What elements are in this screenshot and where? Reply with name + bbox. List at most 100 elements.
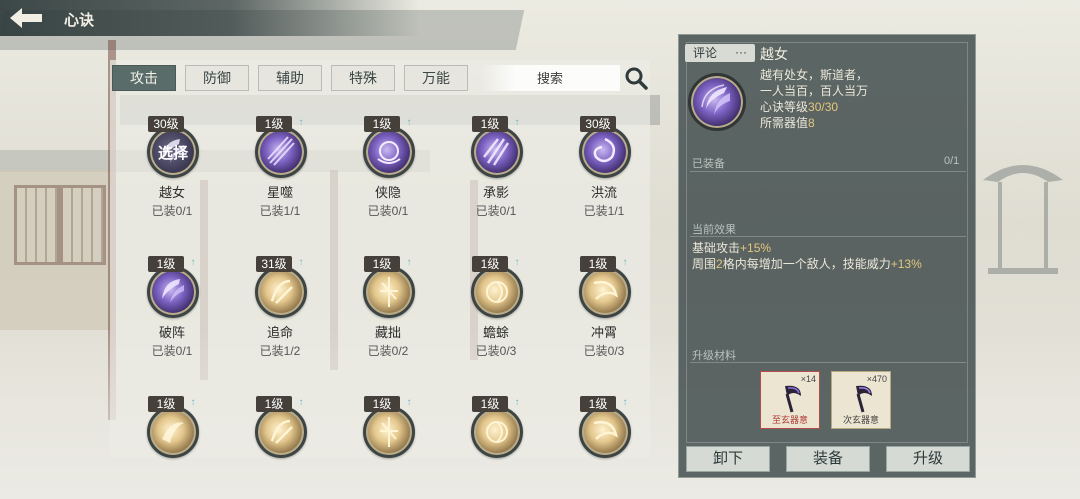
material-count: ×470 bbox=[866, 374, 887, 384]
material-item[interactable]: ×470 次玄器意 bbox=[831, 371, 891, 429]
skill-icon-wrap: 1级 ↑ bbox=[552, 396, 656, 458]
skill-card[interactable]: 31级 ↑ 追命 已装1/2 bbox=[228, 256, 332, 359]
skill-card[interactable]: 1级 ↑ bbox=[444, 396, 548, 458]
skill-name: 藏拙 bbox=[374, 325, 401, 340]
effect-text: 基础攻击 bbox=[692, 241, 741, 255]
upgrade-arrow-icon: ↑ bbox=[298, 257, 304, 268]
effect-line-2: 周围2格内每增加一个敌人，技能威力+13% bbox=[692, 256, 962, 272]
skill-icon[interactable] bbox=[579, 406, 631, 458]
skill-equip-count: 已装0/1 bbox=[151, 204, 193, 218]
divider bbox=[690, 236, 966, 237]
tab-attack[interactable]: 攻击 bbox=[112, 65, 176, 91]
skill-icon-wrap: 1级 ↑ bbox=[552, 256, 656, 318]
crescent-slash-icon bbox=[701, 84, 730, 115]
desc-line-1: 越有处女，斯道者， bbox=[760, 68, 869, 82]
skill-name: 冲霄 bbox=[590, 325, 617, 340]
skill-card[interactable]: 1级 ↑ 蟾蜍 已装0/3 bbox=[444, 256, 548, 359]
skill-icon-wrap: 30级 bbox=[552, 116, 656, 178]
skill-card[interactable]: 1级 ↑ 侠隐 已装0/1 bbox=[336, 116, 440, 219]
upgrade-arrow-icon: ↑ bbox=[622, 397, 628, 408]
skill-card[interactable]: 1级 ↑ 破阵 已装0/1 bbox=[120, 256, 224, 359]
skill-card[interactable]: 1级 ↑ 星噬 已装1/1 bbox=[228, 116, 332, 219]
skill-icon[interactable] bbox=[579, 266, 631, 318]
search-input[interactable] bbox=[480, 65, 620, 91]
skill-card[interactable]: 选择 30级 越女 已装0/1 bbox=[120, 116, 224, 219]
skill-card[interactable]: 1级 ↑ 藏拙 已装0/2 bbox=[336, 256, 440, 359]
skill-icon[interactable] bbox=[255, 406, 307, 458]
skill-icon-wrap: 1级 ↑ bbox=[228, 116, 332, 178]
back-arrow-icon bbox=[10, 8, 42, 28]
select-overlay-label: 选择 bbox=[157, 145, 188, 162]
upgrade-button[interactable]: 升级 bbox=[886, 446, 970, 472]
skill-icon[interactable] bbox=[363, 126, 415, 178]
skill-description: 越有处女，斯道者， 一人当百，百人当万 心诀等级30/30 所需器值8 bbox=[760, 67, 960, 131]
effect-value: +15% bbox=[740, 241, 772, 255]
skill-equip-count: 已装1/1 bbox=[583, 204, 625, 218]
scythe-material-icon bbox=[856, 385, 872, 413]
skill-icon[interactable]: 选择 bbox=[147, 126, 199, 178]
skill-icon[interactable] bbox=[255, 266, 307, 318]
skill-icon-wrap: 1级 ↑ bbox=[336, 396, 440, 458]
equip-button[interactable]: 装备 bbox=[786, 446, 870, 472]
skill-icon[interactable] bbox=[363, 406, 415, 458]
skill-card[interactable]: 30级洪流已装1/1 bbox=[552, 116, 656, 219]
skill-level-badge: 1级 bbox=[472, 116, 508, 132]
equipped-count: 0/1 bbox=[944, 155, 960, 167]
skill-icon[interactable] bbox=[471, 406, 523, 458]
unequip-button[interactable]: 卸下 bbox=[686, 446, 770, 472]
skill-icon[interactable] bbox=[363, 266, 415, 318]
current-effect: 基础攻击+15% 周围2格内每增加一个敌人，技能威力+13% bbox=[692, 240, 962, 272]
scythe-material-icon bbox=[785, 385, 801, 413]
level-value: 30/30 bbox=[808, 100, 839, 114]
skill-icon-wrap: 1级 ↑ bbox=[444, 396, 548, 458]
upgrade-arrow-icon: ↑ bbox=[190, 397, 196, 408]
search-icon bbox=[625, 67, 648, 90]
skill-equip-count: 已装0/1 bbox=[367, 204, 409, 218]
skill-level-badge: 1级 bbox=[472, 256, 508, 272]
skill-icon-wrap: 1级 ↑ bbox=[120, 256, 224, 318]
comment-more-icon[interactable]: ··· bbox=[735, 44, 757, 62]
skill-card[interactable]: 1级 ↑ bbox=[552, 396, 656, 458]
skill-icon[interactable] bbox=[471, 126, 523, 178]
skill-icon[interactable] bbox=[255, 126, 307, 178]
skill-card[interactable]: 1级 ↑ bbox=[228, 396, 332, 458]
page-title: 心诀 bbox=[64, 12, 95, 29]
skill-icon-wrap: 1级 ↑ bbox=[444, 116, 548, 178]
effect-text: 格内每增加一个敌人，技能威力 bbox=[722, 257, 891, 271]
effect-line-1: 基础攻击+15% bbox=[692, 240, 962, 256]
skill-equip-count: 已装1/2 bbox=[259, 344, 301, 358]
upgrade-arrow-icon: ↑ bbox=[406, 257, 412, 268]
skill-card[interactable]: 1级 ↑ bbox=[336, 396, 440, 458]
search-button[interactable] bbox=[623, 65, 649, 91]
skill-card[interactable]: 1级 ↑ 冲霄已装0/3 bbox=[552, 256, 656, 359]
skill-icon[interactable] bbox=[579, 126, 631, 178]
skill-equip-count: 已装0/1 bbox=[475, 204, 517, 218]
skill-equip-count: 已装0/3 bbox=[583, 344, 625, 358]
skill-level-badge: 1级 bbox=[364, 116, 400, 132]
skill-name: 承影 bbox=[482, 185, 509, 200]
skill-icon[interactable] bbox=[147, 406, 199, 458]
tab-special[interactable]: 特殊 bbox=[331, 65, 395, 91]
divider bbox=[690, 362, 966, 363]
back-button[interactable] bbox=[6, 4, 46, 32]
tab-universal[interactable]: 万能 bbox=[404, 65, 468, 91]
skill-level-badge: 1级 bbox=[580, 396, 616, 412]
skill-level-badge: 1级 bbox=[256, 116, 292, 132]
skill-card[interactable]: 1级 ↑ 承影已装0/1 bbox=[444, 116, 548, 219]
skill-name: 侠隐 bbox=[374, 185, 401, 200]
material-item[interactable]: ×14 至玄器意 bbox=[760, 371, 820, 429]
skill-level-badge: 1级 bbox=[364, 256, 400, 272]
effect-section-title: 当前效果 bbox=[692, 224, 736, 236]
material-name: 次玄器意 bbox=[842, 415, 879, 425]
skill-level-badge: 31级 bbox=[256, 256, 292, 272]
skill-equip-count: 已装1/1 bbox=[259, 204, 301, 218]
skill-icon[interactable] bbox=[471, 266, 523, 318]
tab-defense[interactable]: 防御 bbox=[185, 65, 249, 91]
skill-name: 洪流 bbox=[590, 185, 617, 200]
tab-support[interactable]: 辅助 bbox=[258, 65, 322, 91]
skill-level-badge: 30级 bbox=[580, 116, 616, 132]
skill-icon[interactable] bbox=[147, 266, 199, 318]
skill-card[interactable]: 1级 ↑ bbox=[120, 396, 224, 458]
upgrade-arrow-icon: ↑ bbox=[406, 397, 412, 408]
level-label: 心诀等级 bbox=[760, 100, 809, 114]
